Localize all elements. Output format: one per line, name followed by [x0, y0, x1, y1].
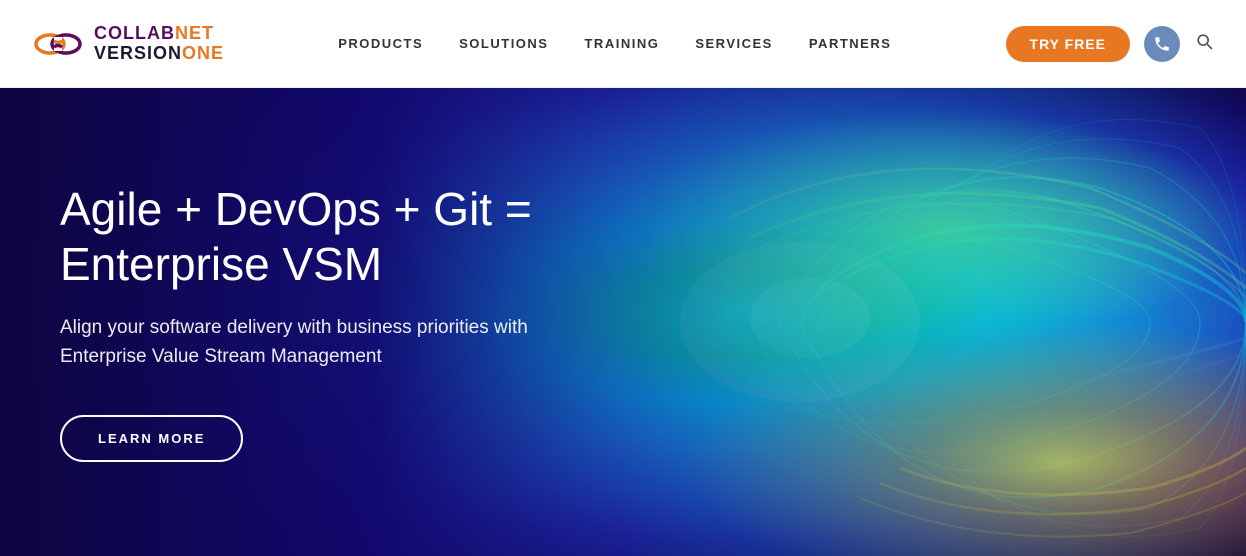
nav-partners[interactable]: PARTNERS	[809, 36, 892, 51]
logo-versionone: VERSIONONE	[94, 44, 224, 64]
nav-solutions[interactable]: SOLUTIONS	[459, 36, 548, 51]
nav-products[interactable]: PRODUCTS	[338, 36, 423, 51]
phone-icon	[1153, 35, 1171, 53]
header-actions: TRY FREE	[1006, 26, 1214, 62]
learn-more-button[interactable]: LEARN MORE	[60, 415, 243, 462]
search-icon	[1194, 31, 1214, 51]
try-free-button[interactable]: TRY FREE	[1006, 26, 1130, 62]
main-nav: PRODUCTS SOLUTIONS TRAINING SERVICES PAR…	[338, 36, 891, 51]
nav-services[interactable]: SERVICES	[695, 36, 773, 51]
logo-area[interactable]: COLLABNET VERSIONONE	[32, 24, 224, 64]
nav-training[interactable]: TRAINING	[584, 36, 659, 51]
hero-section: Agile + DevOps + Git = Enterprise VSM Al…	[0, 88, 1246, 556]
logo-collabnet: COLLABNET	[94, 24, 224, 44]
header: COLLABNET VERSIONONE PRODUCTS SOLUTIONS …	[0, 0, 1246, 88]
hero-content: Agile + DevOps + Git = Enterprise VSM Al…	[0, 182, 650, 462]
logo-text: COLLABNET VERSIONONE	[94, 24, 224, 64]
logo-icon	[32, 24, 84, 64]
phone-button[interactable]	[1144, 26, 1180, 62]
search-button[interactable]	[1194, 31, 1214, 56]
hero-subtitle: Align your software delivery with busine…	[60, 314, 540, 371]
hero-title: Agile + DevOps + Git = Enterprise VSM	[60, 182, 590, 292]
